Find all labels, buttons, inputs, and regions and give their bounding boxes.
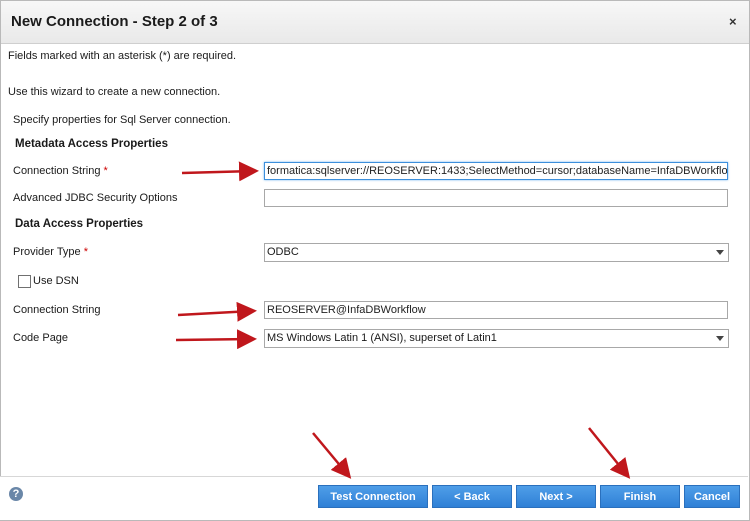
annotation-arrows: [175, 161, 631, 479]
arrow-to-metadata-connection-string: [181, 161, 259, 182]
arrow-to-test-connection: [312, 432, 352, 479]
arrow-to-finish: [588, 427, 631, 479]
arrow-to-code-page: [175, 329, 257, 350]
arrow-to-data-connection-string: [177, 301, 257, 322]
